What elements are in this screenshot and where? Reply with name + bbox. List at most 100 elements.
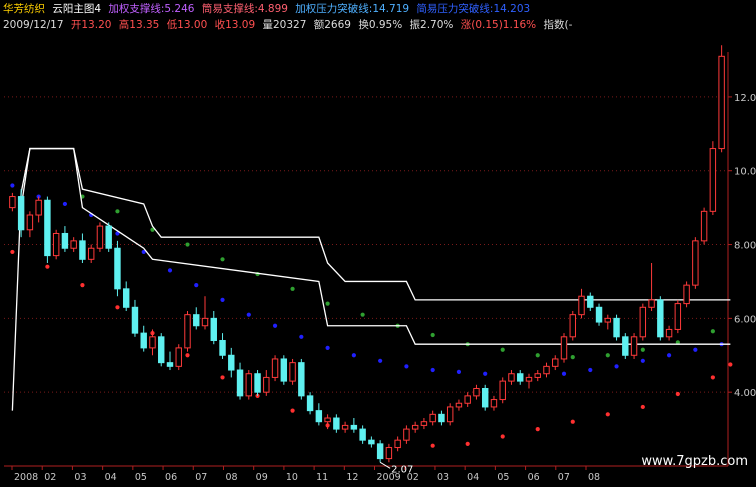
support-dot-red (290, 408, 295, 413)
candle-body-up (543, 365, 550, 375)
candle-body-up (35, 199, 42, 216)
x-tick-label: 2008 (14, 472, 38, 483)
support-dot-blue (194, 283, 199, 288)
watermark: www.7gpzb.com (641, 454, 748, 469)
candle-body-down (622, 336, 629, 356)
support-dot-green (185, 242, 190, 247)
candle-body-up (630, 336, 638, 356)
candle-body-down (228, 354, 235, 371)
candle-body-up (490, 399, 498, 408)
candle-body-down (587, 295, 594, 308)
support-dot-red (45, 264, 50, 269)
candle-body-up (96, 225, 104, 249)
candle-body-down (657, 299, 664, 338)
candle-body-up (26, 214, 34, 231)
candle-body-up (52, 232, 60, 257)
support-dot-blue (456, 369, 462, 374)
support-dot-red (185, 353, 190, 358)
candle-body-up (665, 328, 673, 338)
candle-body-up (341, 424, 349, 430)
candle-body-up (87, 247, 95, 260)
candle-body-up (464, 395, 471, 404)
support-dot-red (710, 375, 715, 380)
candle-body-down (79, 240, 86, 260)
candle-body-down (17, 196, 25, 231)
support-dot-blue (588, 367, 593, 373)
candle-body-up (709, 148, 717, 212)
support-dot-blue (430, 367, 435, 373)
y-tick-label: 12.00 (734, 93, 756, 104)
x-tick-label: 04 (467, 472, 479, 483)
candle-body-down (613, 317, 620, 338)
candle-body-up (9, 196, 16, 209)
support-dot-blue (272, 323, 278, 328)
support-dot-green (500, 347, 505, 352)
support-dot-blue (378, 358, 383, 363)
candle-body-up (648, 299, 655, 308)
support-dot-green (325, 301, 330, 306)
candle-body-up (385, 447, 393, 460)
support-dot-red (675, 391, 680, 397)
low-annotation: 2.07 (391, 464, 413, 475)
candle-body-down (438, 413, 445, 423)
candle-body-up (420, 421, 428, 426)
candle-body-up (289, 362, 296, 382)
candle-body-up (569, 314, 576, 338)
support-dot-red (220, 375, 225, 380)
x-tick-label: 04 (105, 472, 117, 483)
support-dot-blue (561, 371, 567, 376)
candle-body-up (184, 314, 191, 349)
x-tick-label: 11 (316, 472, 328, 483)
candlestick-plot[interactable]: 4.00 6.00 8.00 10.00 12.00 2008 02 03 04 05 06 07 08… (0, 0, 756, 487)
candle-body-up (394, 439, 401, 449)
y-tick-label: 6.00 (734, 314, 756, 325)
candle-body-down (114, 247, 121, 290)
support-dot-green (535, 353, 540, 358)
support-dot-green (605, 353, 610, 358)
support-dot-red (570, 419, 575, 424)
candle-body-down (517, 373, 524, 382)
support-dot-red (430, 443, 435, 448)
candle-body-down (140, 332, 147, 349)
candle-body-up (639, 306, 647, 338)
candle-body-up (718, 55, 725, 150)
y-tick-label: 4.00 (734, 388, 756, 399)
x-tick-label: 02 (44, 472, 56, 483)
candle-body-up (578, 295, 585, 316)
support-dot-blue (220, 297, 225, 303)
candle-body-up (403, 428, 410, 441)
candle-body-down (193, 314, 200, 327)
y-tick-label: 8.00 (734, 241, 756, 252)
candle-body-up (560, 336, 568, 360)
candle-body-down (158, 336, 165, 364)
candle-body-up (604, 317, 612, 323)
support-dot-green (115, 209, 120, 214)
x-tick-label: 07 (195, 472, 207, 483)
x-tick-label: 03 (437, 472, 449, 483)
candle-body-down (61, 232, 69, 249)
x-tick-label: 08 (588, 472, 600, 483)
candle-body-up (552, 358, 559, 367)
x-tick-label: 07 (558, 472, 570, 483)
candle-body-down (595, 306, 603, 323)
candle-body-up (508, 373, 515, 382)
candle-body-up (201, 317, 209, 327)
support-dot-red (10, 249, 15, 255)
chart-area[interactable]: 华芳纺织 云阳主图4 加权支撑线:5.246 筒易支撑线:4.899 加权压力突… (0, 0, 756, 487)
candle-body-down (44, 199, 51, 257)
support-dot-blue (666, 353, 672, 358)
candle-body-up (473, 387, 480, 397)
support-dot-blue (246, 312, 251, 317)
candle-body-down (333, 417, 340, 430)
candle-body-down (131, 306, 139, 334)
support-dot-red (640, 404, 645, 410)
support-dot-blue (483, 371, 488, 376)
candle-body-down (315, 410, 323, 423)
candle-body-up (674, 303, 682, 330)
candle-body-up (446, 406, 454, 423)
candle-body-down (210, 317, 217, 342)
support-dot-green (220, 257, 225, 262)
support-dot-red (535, 426, 540, 432)
candle-body-down (376, 443, 384, 460)
candle-body-up (700, 210, 708, 242)
